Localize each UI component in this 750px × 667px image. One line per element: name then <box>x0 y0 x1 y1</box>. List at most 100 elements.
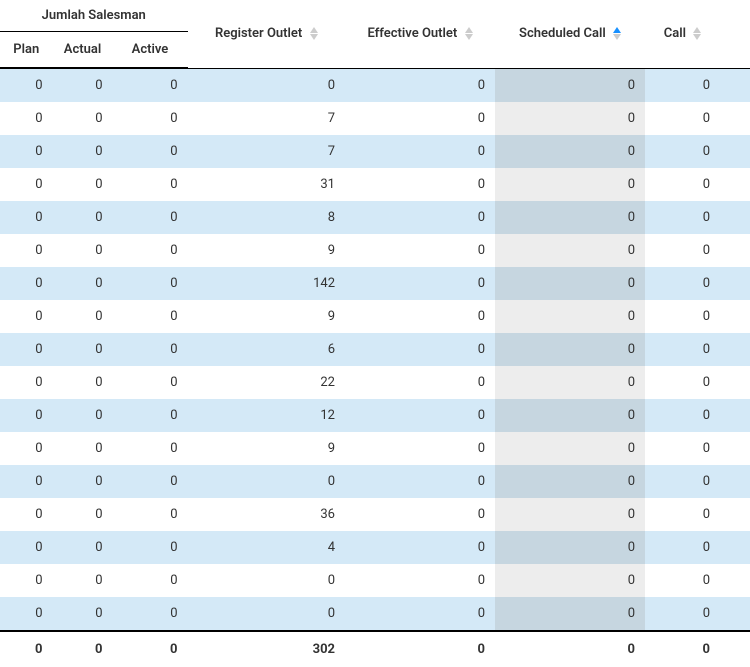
cell-plan: 0 <box>0 531 53 564</box>
cell-spacer <box>720 432 750 465</box>
cell-scheduled: 0 <box>495 201 645 234</box>
cell-scheduled: 0 <box>495 234 645 267</box>
cell-register: 22 <box>188 366 346 399</box>
cell-active: 0 <box>113 498 188 531</box>
table-row: 0000000 <box>0 597 750 631</box>
cell-spacer <box>720 201 750 234</box>
cell-effective: 0 <box>345 68 495 102</box>
column-header-next[interactable] <box>720 0 750 68</box>
cell-actual: 0 <box>53 333 113 366</box>
cell-spacer <box>720 366 750 399</box>
cell-call: 0 <box>645 135 720 168</box>
cell-spacer <box>720 333 750 366</box>
total-scheduled: 0 <box>495 631 645 667</box>
cell-effective: 0 <box>345 333 495 366</box>
cell-effective: 0 <box>345 234 495 267</box>
cell-spacer <box>720 135 750 168</box>
cell-spacer <box>720 168 750 201</box>
cell-effective: 0 <box>345 399 495 432</box>
column-group-jumlah-salesman: Jumlah Salesman <box>0 0 188 32</box>
cell-scheduled: 0 <box>495 333 645 366</box>
cell-plan: 0 <box>0 465 53 498</box>
cell-scheduled: 0 <box>495 68 645 102</box>
cell-scheduled: 0 <box>495 135 645 168</box>
cell-effective: 0 <box>345 432 495 465</box>
cell-register: 36 <box>188 498 346 531</box>
cell-call: 0 <box>645 234 720 267</box>
cell-active: 0 <box>113 201 188 234</box>
cell-call: 0 <box>645 168 720 201</box>
cell-call: 0 <box>645 102 720 135</box>
cell-spacer <box>720 399 750 432</box>
cell-plan: 0 <box>0 564 53 597</box>
cell-active: 0 <box>113 333 188 366</box>
cell-spacer <box>720 267 750 300</box>
cell-active: 0 <box>113 300 188 333</box>
cell-register: 7 <box>188 102 346 135</box>
column-header-actual[interactable]: Actual <box>53 32 113 69</box>
cell-call: 0 <box>645 465 720 498</box>
column-header-call[interactable]: Call <box>645 0 720 68</box>
table-row: 00022000 <box>0 366 750 399</box>
cell-scheduled: 0 <box>495 498 645 531</box>
table-row: 0009000 <box>0 432 750 465</box>
table-row: 0004000 <box>0 531 750 564</box>
cell-actual: 0 <box>53 234 113 267</box>
cell-actual: 0 <box>53 267 113 300</box>
cell-call: 0 <box>645 399 720 432</box>
cell-active: 0 <box>113 366 188 399</box>
cell-effective: 0 <box>345 201 495 234</box>
cell-plan: 0 <box>0 68 53 102</box>
cell-call: 0 <box>645 564 720 597</box>
cell-call: 0 <box>645 267 720 300</box>
cell-scheduled: 0 <box>495 267 645 300</box>
cell-actual: 0 <box>53 465 113 498</box>
cell-spacer <box>720 531 750 564</box>
cell-spacer <box>720 564 750 597</box>
table-body: 0000000000700000070000003100000080000009… <box>0 68 750 631</box>
column-header-label: Register Outlet <box>215 26 302 41</box>
cell-call: 0 <box>645 366 720 399</box>
sort-icon <box>310 27 318 40</box>
cell-plan: 0 <box>0 267 53 300</box>
cell-plan: 0 <box>0 498 53 531</box>
cell-actual: 0 <box>53 300 113 333</box>
table-row: 0009000 <box>0 234 750 267</box>
cell-plan: 0 <box>0 300 53 333</box>
column-header-label: Effective Outlet <box>367 26 457 41</box>
cell-register: 4 <box>188 531 346 564</box>
cell-register: 9 <box>188 432 346 465</box>
cell-register: 0 <box>188 597 346 631</box>
cell-scheduled: 0 <box>495 432 645 465</box>
cell-register: 7 <box>188 135 346 168</box>
column-header-effective-outlet[interactable]: Effective Outlet <box>345 0 495 68</box>
table-row: 0000000 <box>0 465 750 498</box>
cell-register: 9 <box>188 234 346 267</box>
table-row: 0007000 <box>0 102 750 135</box>
total-call: 0 <box>645 631 720 667</box>
cell-plan: 0 <box>0 432 53 465</box>
cell-scheduled: 0 <box>495 366 645 399</box>
cell-effective: 0 <box>345 135 495 168</box>
cell-register: 12 <box>188 399 346 432</box>
cell-effective: 0 <box>345 465 495 498</box>
cell-effective: 0 <box>345 300 495 333</box>
table-row: 000142000 <box>0 267 750 300</box>
cell-plan: 0 <box>0 399 53 432</box>
table-row: 0009000 <box>0 300 750 333</box>
column-header-scheduled-call[interactable]: Scheduled Call <box>495 0 645 68</box>
column-header-label: Call <box>664 26 686 41</box>
cell-active: 0 <box>113 135 188 168</box>
table-row: 0008000 <box>0 201 750 234</box>
column-header-plan[interactable]: Plan <box>0 32 53 69</box>
cell-effective: 0 <box>345 168 495 201</box>
cell-actual: 0 <box>53 498 113 531</box>
cell-actual: 0 <box>53 531 113 564</box>
column-header-active[interactable]: Active <box>113 32 188 69</box>
cell-call: 0 <box>645 68 720 102</box>
cell-actual: 0 <box>53 68 113 102</box>
cell-scheduled: 0 <box>495 102 645 135</box>
cell-register: 0 <box>188 68 346 102</box>
column-header-register-outlet[interactable]: Register Outlet <box>188 0 346 68</box>
cell-call: 0 <box>645 597 720 631</box>
